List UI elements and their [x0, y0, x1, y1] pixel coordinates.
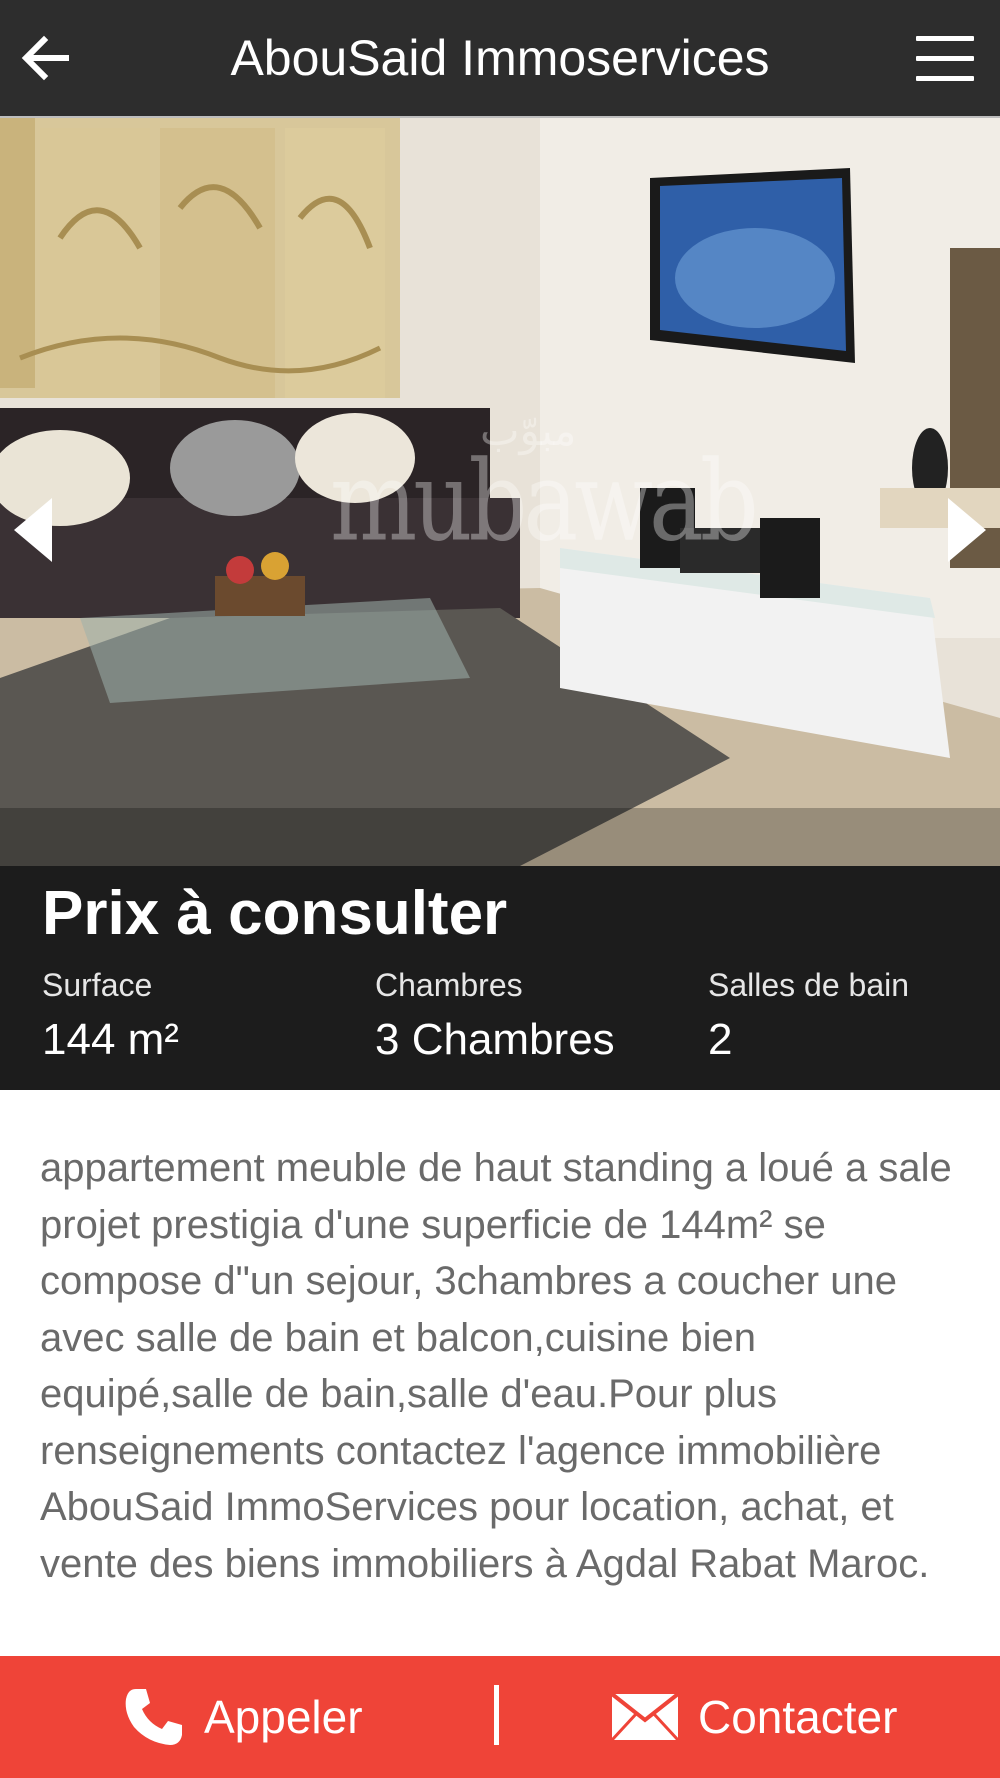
- stat-bedrooms: Chambres 3 Chambres: [375, 966, 615, 1066]
- price-label: Prix à consulter: [42, 879, 508, 948]
- call-button[interactable]: Appeler: [122, 1656, 363, 1778]
- action-bar: Appeler Contacter: [0, 1656, 1000, 1778]
- envelope-icon: [610, 1692, 680, 1742]
- chevron-right-icon[interactable]: [944, 498, 988, 562]
- stat-label: Salles de bain: [708, 967, 910, 1003]
- stat-value: 3 Chambres: [375, 1015, 615, 1064]
- stat-value: 2: [708, 1015, 733, 1064]
- stat-value: 144 m²: [42, 1015, 179, 1064]
- page-title: AbouSaid Immoservices: [230, 30, 770, 86]
- chevron-left-icon[interactable]: [12, 498, 56, 562]
- stat-bathrooms: Salles de bain 2: [708, 966, 909, 1066]
- stat-label: Chambres: [375, 967, 523, 1003]
- listing-summary: Prix à consulter Surface 144 m² Chambres…: [0, 866, 1000, 1090]
- action-divider: [494, 1685, 499, 1745]
- call-button-label: Appeler: [204, 1691, 363, 1743]
- hamburger-menu-icon[interactable]: [916, 36, 974, 82]
- stat-surface: Surface 144 m²: [42, 966, 179, 1066]
- phone-icon: [125, 1689, 182, 1745]
- app-header: AbouSaid Immoservices: [0, 0, 1000, 118]
- contact-button-label: Contacter: [698, 1691, 898, 1743]
- listing-description: appartement meuble de haut standing a lo…: [40, 1146, 952, 1586]
- stat-label: Surface: [42, 967, 153, 1003]
- listing-photo[interactable]: مبوّب mubawab: [0, 118, 1000, 866]
- contact-button[interactable]: Contacter: [610, 1656, 897, 1778]
- watermark: mubawab: [330, 437, 759, 566]
